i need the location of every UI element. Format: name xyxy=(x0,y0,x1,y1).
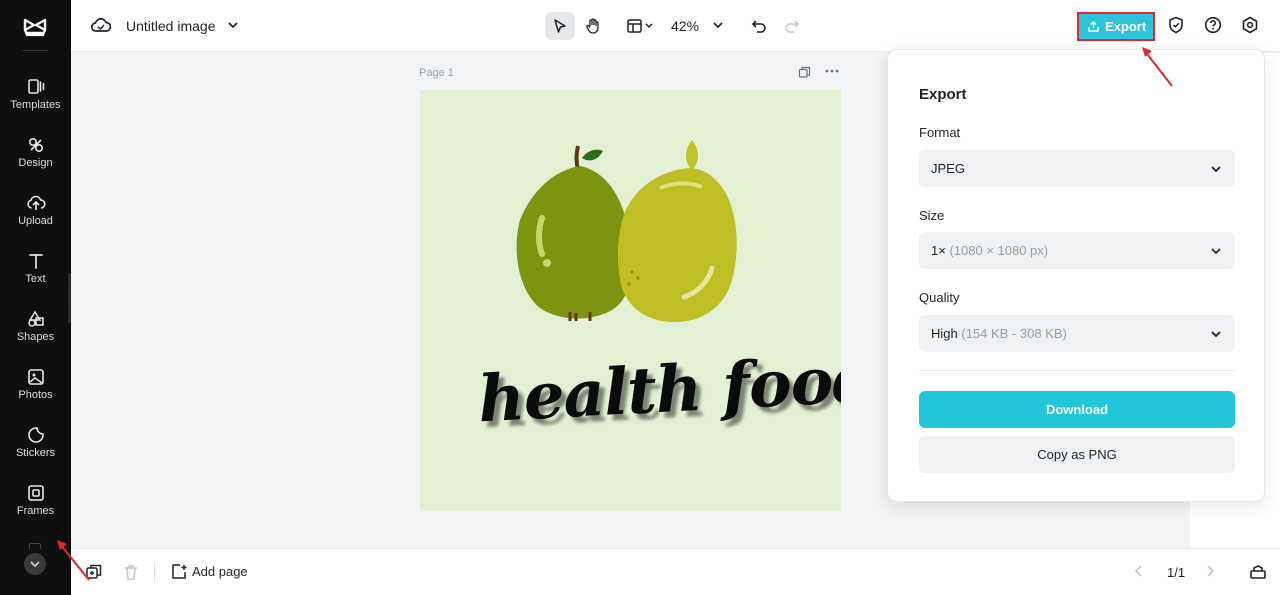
size-label: Size xyxy=(919,208,945,223)
size-value: 1× xyxy=(931,243,946,258)
export-button[interactable]: Export xyxy=(1077,12,1155,41)
sidebar-item-templates[interactable]: Templates xyxy=(0,78,71,128)
sidebar-divider xyxy=(23,50,48,51)
shield-icon[interactable] xyxy=(1167,16,1185,34)
quality-value: High xyxy=(931,326,958,341)
sidebar-item-label: Design xyxy=(18,157,53,169)
zoom-level[interactable]: 42% xyxy=(671,18,699,34)
sidebar-item-text[interactable]: Text xyxy=(0,252,71,302)
cloud-save-icon[interactable] xyxy=(91,16,111,34)
chevron-down-icon xyxy=(30,561,40,568)
chevron-down-icon[interactable] xyxy=(712,20,724,30)
upload-icon xyxy=(26,195,46,210)
size-detail: (1080 × 1080 px) xyxy=(949,243,1049,258)
sidebar-item-photos[interactable]: Photos xyxy=(0,368,71,418)
add-page-button[interactable]: Add page xyxy=(192,564,248,579)
annotation-arrow-icon xyxy=(57,540,90,581)
photos-icon xyxy=(27,369,44,385)
chevron-down-icon[interactable] xyxy=(227,20,239,30)
chevron-down-icon xyxy=(1211,331,1221,338)
export-panel: Export Format JPEG Size 1× (1080 × 1080 … xyxy=(887,49,1265,502)
layout-icon xyxy=(627,19,653,33)
page-label: Page 1 xyxy=(419,67,454,79)
pointer-icon xyxy=(554,19,566,33)
document-title[interactable]: Untitled image xyxy=(126,18,216,34)
quality-detail: (154 KB - 308 KB) xyxy=(961,326,1067,341)
capcut-logo-icon[interactable] xyxy=(22,14,48,40)
toolbar-divider xyxy=(154,563,155,581)
download-button[interactable]: Download xyxy=(919,391,1235,428)
annotation-arrow-icon xyxy=(1142,47,1173,87)
chevron-down-icon xyxy=(1211,166,1221,173)
copy-as-png-button[interactable]: Copy as PNG xyxy=(919,436,1235,473)
bottom-toolbar: Add page 1/1 xyxy=(71,548,1280,595)
sidebar-item-label: Text xyxy=(25,273,46,285)
layers-panel-icon[interactable] xyxy=(1249,563,1267,581)
frames-icon xyxy=(27,485,44,501)
sidebar-more-button[interactable] xyxy=(24,553,46,575)
panel-divider xyxy=(919,370,1235,371)
format-label: Format xyxy=(919,125,961,140)
format-value: JPEG xyxy=(931,161,965,176)
help-icon[interactable] xyxy=(1204,16,1222,34)
export-button-label: Export xyxy=(1105,19,1147,34)
sidebar-item-upload[interactable]: Upload xyxy=(0,194,71,244)
quality-select[interactable]: High (154 KB - 308 KB) xyxy=(919,315,1235,352)
stickers-icon xyxy=(27,427,44,443)
gear-icon[interactable] xyxy=(1241,16,1259,34)
next-page-icon[interactable] xyxy=(1204,563,1216,579)
fruit-illustration xyxy=(516,140,737,322)
templates-icon xyxy=(27,79,44,94)
sidebar-item-stickers[interactable]: Stickers xyxy=(0,426,71,476)
previous-page-icon[interactable] xyxy=(1133,563,1145,579)
undo-icon xyxy=(751,20,766,33)
redo-icon xyxy=(785,20,800,33)
select-tool-button[interactable] xyxy=(545,12,575,40)
shapes-icon xyxy=(27,310,44,327)
sidebar-item-label: Photos xyxy=(18,389,53,401)
text-icon xyxy=(28,254,43,269)
top-toolbar: Untitled image 42% Export xyxy=(71,0,1280,52)
undo-button[interactable] xyxy=(744,12,774,40)
layout-menu-button[interactable] xyxy=(620,12,660,40)
sidebar-item-shapes[interactable]: Shapes xyxy=(0,310,71,360)
delete-page-icon[interactable] xyxy=(122,563,140,581)
chevron-down-icon xyxy=(1211,248,1221,255)
export-icon xyxy=(1088,21,1099,32)
sidebar-item-frames[interactable]: Frames xyxy=(0,484,71,534)
size-select[interactable]: 1× (1080 × 1080 px) xyxy=(919,232,1235,269)
format-select[interactable]: JPEG xyxy=(919,150,1235,187)
more-options-icon[interactable] xyxy=(825,68,839,74)
export-panel-title: Export xyxy=(919,86,967,103)
hand-tool-button[interactable] xyxy=(578,12,608,40)
design-icon xyxy=(28,137,43,153)
sidebar-item-label: Templates xyxy=(10,99,61,111)
redo-button[interactable] xyxy=(777,12,807,40)
quality-label: Quality xyxy=(919,290,960,305)
hand-icon xyxy=(586,18,599,34)
page-counter: 1/1 xyxy=(1167,565,1186,580)
sidebar-item-label: Stickers xyxy=(15,447,56,459)
duplicate-page-icon[interactable] xyxy=(798,66,811,79)
artboard[interactable]: health food xyxy=(420,90,841,511)
sidebar-item-label: Frames xyxy=(16,505,55,517)
sidebar: Templates Design Upload Text Shapes Phot… xyxy=(0,0,71,595)
add-page-icon[interactable] xyxy=(171,563,188,580)
sidebar-item-design[interactable]: Design xyxy=(0,136,71,186)
more-tools-icon xyxy=(29,543,41,549)
sidebar-item-label: Shapes xyxy=(16,331,55,343)
sidebar-item-label: Upload xyxy=(18,215,53,227)
